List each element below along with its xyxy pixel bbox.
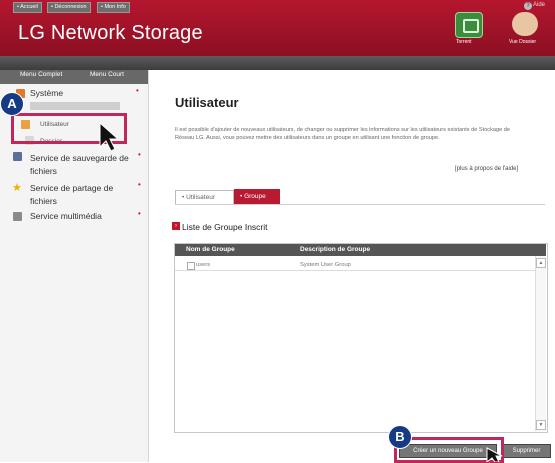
menu-complet-tab[interactable]: Menu Complet [20, 71, 62, 78]
group-table [174, 243, 548, 433]
column-header-nom[interactable]: Nom de Groupe [186, 246, 235, 253]
sidebar-item-hidden-bar [30, 102, 120, 110]
top-toolbar [0, 56, 555, 70]
mouse-cursor-icon [99, 121, 118, 152]
row-checkbox[interactable] [187, 262, 195, 270]
sidebar-item-multimedia[interactable]: Service multimédia [30, 211, 102, 221]
star-icon: • [138, 209, 141, 218]
aide-link[interactable]: Aide [533, 2, 545, 8]
sidebar-item-systeme[interactable]: Système [30, 88, 63, 98]
table-cell-description: System User Group [300, 262, 351, 268]
torrent-icon[interactable] [455, 12, 483, 38]
torrent-label[interactable]: Torrent [456, 39, 472, 45]
column-header-description[interactable]: Description de Groupe [300, 246, 370, 253]
badge-a: A [0, 92, 24, 116]
deconnexion-button[interactable]: • Déconnexion [47, 2, 91, 13]
table-row-divider [175, 270, 535, 271]
backup-icon [13, 152, 22, 161]
section-title: Liste de Groupe Inscrit [182, 222, 268, 232]
star-icon: • [138, 150, 141, 159]
mouse-cursor-icon [486, 447, 503, 462]
star-icon: • [136, 86, 139, 95]
share-star-icon: ★ [12, 182, 22, 194]
help-icon[interactable]: ? [524, 2, 532, 10]
star-icon: • [138, 180, 141, 189]
accueil-button[interactable]: • Accueil [13, 2, 42, 13]
scroll-up-icon[interactable]: ▲ [536, 258, 546, 268]
page-title: Utilisateur [175, 95, 239, 110]
multimedia-icon [13, 212, 22, 221]
delete-button[interactable]: Supprimer [502, 444, 551, 458]
page-description: Il est possible d'ajouter de nouveaux ut… [175, 127, 511, 141]
tab-utilisateur[interactable]: • Utilisateur [175, 190, 234, 205]
table-cell-name: users [196, 262, 211, 268]
mon-info-button[interactable]: • Mon Info [97, 2, 130, 13]
tab-divider [175, 204, 545, 205]
section-bullet-icon: › [172, 222, 180, 230]
menu-court-tab[interactable]: Menu Court [90, 71, 124, 78]
tab-groupe[interactable]: • Groupe [234, 189, 280, 204]
folder-view-label[interactable]: Vue Dossier [509, 39, 536, 45]
sidebar-item-partage[interactable]: Service de partage de fichiers [30, 182, 138, 208]
sidebar-item-sauvegarde[interactable]: Service de sauvegarde de fichiers [30, 152, 138, 178]
app-title: LG Network Storage [18, 22, 203, 44]
folder-view-icon[interactable] [512, 12, 538, 36]
badge-b: B [388, 425, 412, 449]
scroll-down-icon[interactable]: ▼ [536, 420, 546, 430]
table-scrollbar[interactable] [535, 256, 546, 431]
about-help-link[interactable]: [plus à propos de l'aide] [455, 166, 518, 172]
